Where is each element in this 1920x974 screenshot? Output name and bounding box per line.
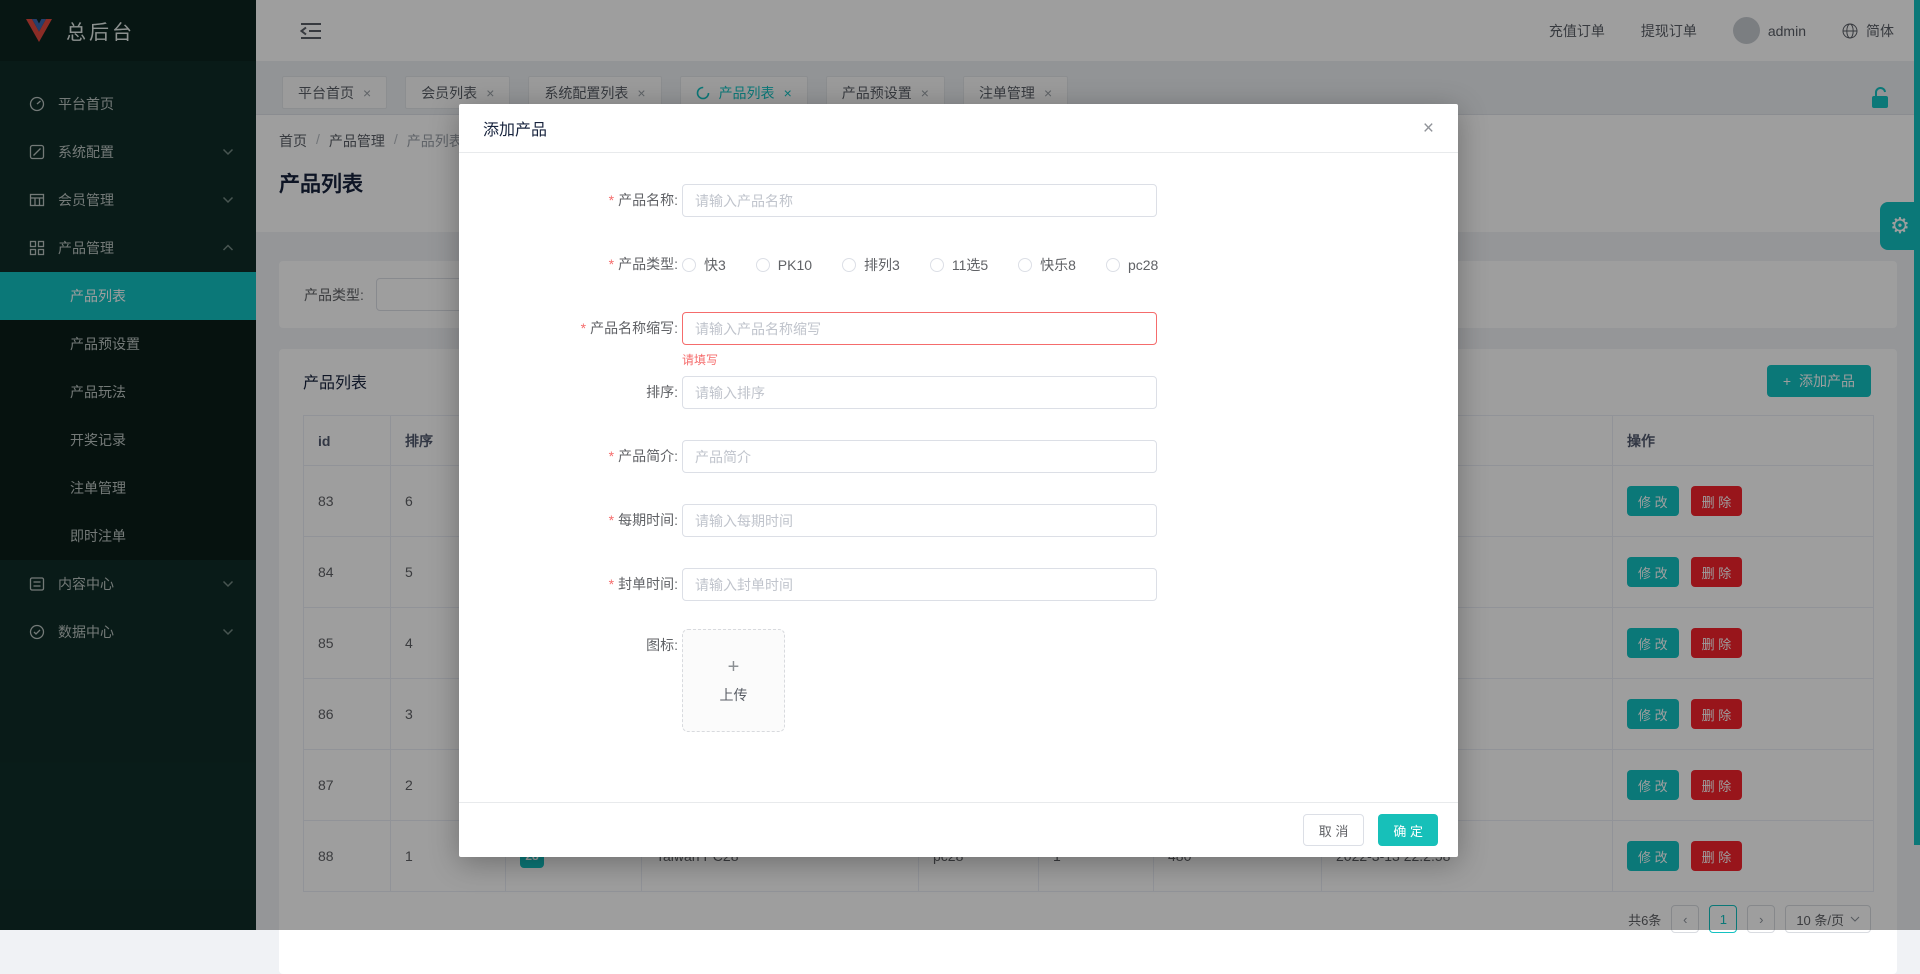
radio-circle-icon (682, 258, 696, 272)
cancel-button[interactable]: 取 消 (1303, 814, 1365, 846)
radio-label: PK10 (778, 257, 812, 273)
input-产品简介:[interactable] (682, 440, 1157, 473)
radio-circle-icon (1018, 258, 1032, 272)
input-封单时间:[interactable] (682, 568, 1157, 601)
input-每期时间:[interactable] (682, 504, 1157, 537)
radio-快乐8[interactable]: 快乐8 (1018, 255, 1076, 275)
form-row-图标:: 图标: + 上传 (459, 629, 1458, 732)
modal-header: 添加产品 × (459, 104, 1458, 153)
input-产品名称缩写:[interactable] (682, 312, 1157, 345)
input-排序:[interactable] (682, 376, 1157, 409)
form-row-封单时间:: *封单时间: (459, 568, 1458, 601)
required-asterisk: * (581, 320, 586, 336)
radio-pc28[interactable]: pc28 (1106, 257, 1158, 273)
form-row-排序:: 排序: (459, 376, 1458, 409)
radio-快3[interactable]: 快3 (682, 255, 726, 275)
radio-circle-icon (930, 258, 944, 272)
form-row-产品简介:: *产品简介: (459, 440, 1458, 473)
required-asterisk: * (609, 256, 614, 272)
field-label: *每期时间: (459, 504, 678, 537)
required-asterisk: * (609, 448, 614, 464)
radio-label: 快乐8 (1040, 255, 1076, 275)
required-asterisk: * (609, 192, 614, 208)
required-asterisk: * (609, 576, 614, 592)
input-产品名称:[interactable] (682, 184, 1157, 217)
required-asterisk: * (609, 512, 614, 528)
add-product-modal: 添加产品 × *产品名称:*产品类型:快3PK10排列311选5快乐8pc28*… (459, 104, 1458, 857)
icon-upload-box[interactable]: + 上传 (682, 629, 785, 732)
confirm-button[interactable]: 确 定 (1378, 814, 1438, 846)
field-label: *产品类型: (459, 248, 678, 281)
form-row-每期时间:: *每期时间: (459, 504, 1458, 537)
form-row-产品名称缩写:: *产品名称缩写:请填写 (459, 312, 1458, 345)
form-row-产品类型:: *产品类型: 快3 PK10 排列3 11选5 快乐8 pc28 (459, 248, 1458, 281)
radio-circle-icon (1106, 258, 1120, 272)
upload-label: 上传 (720, 685, 748, 705)
modal-form: *产品名称: *产品类型: 快3 PK10 排列3 11选5 快乐8 pc28 *产品名称缩写:… (459, 184, 1458, 732)
radio-11选5[interactable]: 11选5 (930, 255, 988, 275)
product-type-radio-group: 快3 PK10 排列3 11选5 快乐8 pc28 (682, 248, 1158, 281)
radio-label: 11选5 (952, 255, 988, 275)
radio-排列3[interactable]: 排列3 (842, 255, 900, 275)
plus-icon: + (728, 656, 740, 679)
field-label: 排序: (459, 376, 678, 409)
radio-PK10[interactable]: PK10 (756, 257, 812, 273)
radio-circle-icon (842, 258, 856, 272)
radio-circle-icon (756, 258, 770, 272)
validation-error-message: 请填写 (682, 351, 718, 368)
field-label: *产品名称缩写: (459, 312, 678, 345)
field-label: *产品名称: (459, 184, 678, 217)
field-label: 图标: (459, 629, 678, 732)
modal-title: 添加产品 (483, 116, 547, 140)
field-label: *产品简介: (459, 440, 678, 473)
radio-label: pc28 (1128, 257, 1158, 273)
form-row-产品名称:: *产品名称: (459, 184, 1458, 217)
radio-label: 排列3 (864, 255, 900, 275)
field-label: *封单时间: (459, 568, 678, 601)
radio-label: 快3 (704, 255, 726, 275)
close-icon[interactable]: × (1423, 119, 1434, 138)
modal-footer: 取 消 确 定 (459, 802, 1458, 857)
